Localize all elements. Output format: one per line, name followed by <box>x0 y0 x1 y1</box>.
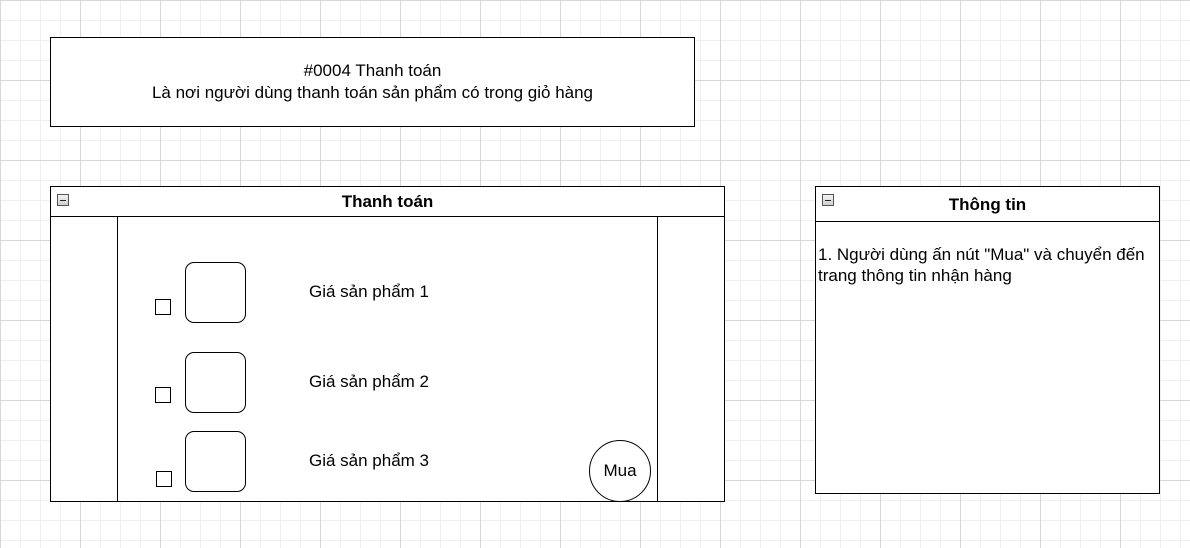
header-title: #0004 Thanh toán <box>303 61 442 80</box>
item-3-image <box>185 431 246 492</box>
info-panel-title: Thông tin <box>948 194 1027 214</box>
info-panel: Thông tin 1. Người dùng ấn nút "Mua" và … <box>815 186 1160 494</box>
info-panel-title-bar: Thông tin <box>816 187 1159 222</box>
item-1-image <box>185 262 246 323</box>
header-description: Là nơi người dùng thanh toán sản phẩm có… <box>151 83 594 102</box>
header-note: #0004 Thanh toán Là nơi người dùng thanh… <box>50 37 695 127</box>
item-1-checkbox[interactable] <box>155 299 171 315</box>
payment-panel: Thanh toán Giá sản phẩm 1 Giá sản phẩm 2… <box>50 186 725 502</box>
payment-panel-title: Thanh toán <box>341 192 434 211</box>
item-3-price: Giá sản phẩm 3 <box>309 451 430 470</box>
item-3-checkbox[interactable] <box>156 471 172 487</box>
right-column-divider <box>657 217 658 501</box>
item-1-price: Giá sản phẩm 1 <box>309 282 430 301</box>
left-column-divider <box>117 217 118 501</box>
item-2-checkbox[interactable] <box>155 387 171 403</box>
buy-button[interactable]: Mua <box>589 440 651 502</box>
item-2-price: Giá sản phẩm 2 <box>309 372 430 391</box>
info-text: 1. Người dùng ấn nút "Mua" và chuyển đến… <box>818 245 1145 285</box>
payment-panel-title-bar: Thanh toán <box>51 187 724 217</box>
item-2-image <box>185 352 246 413</box>
